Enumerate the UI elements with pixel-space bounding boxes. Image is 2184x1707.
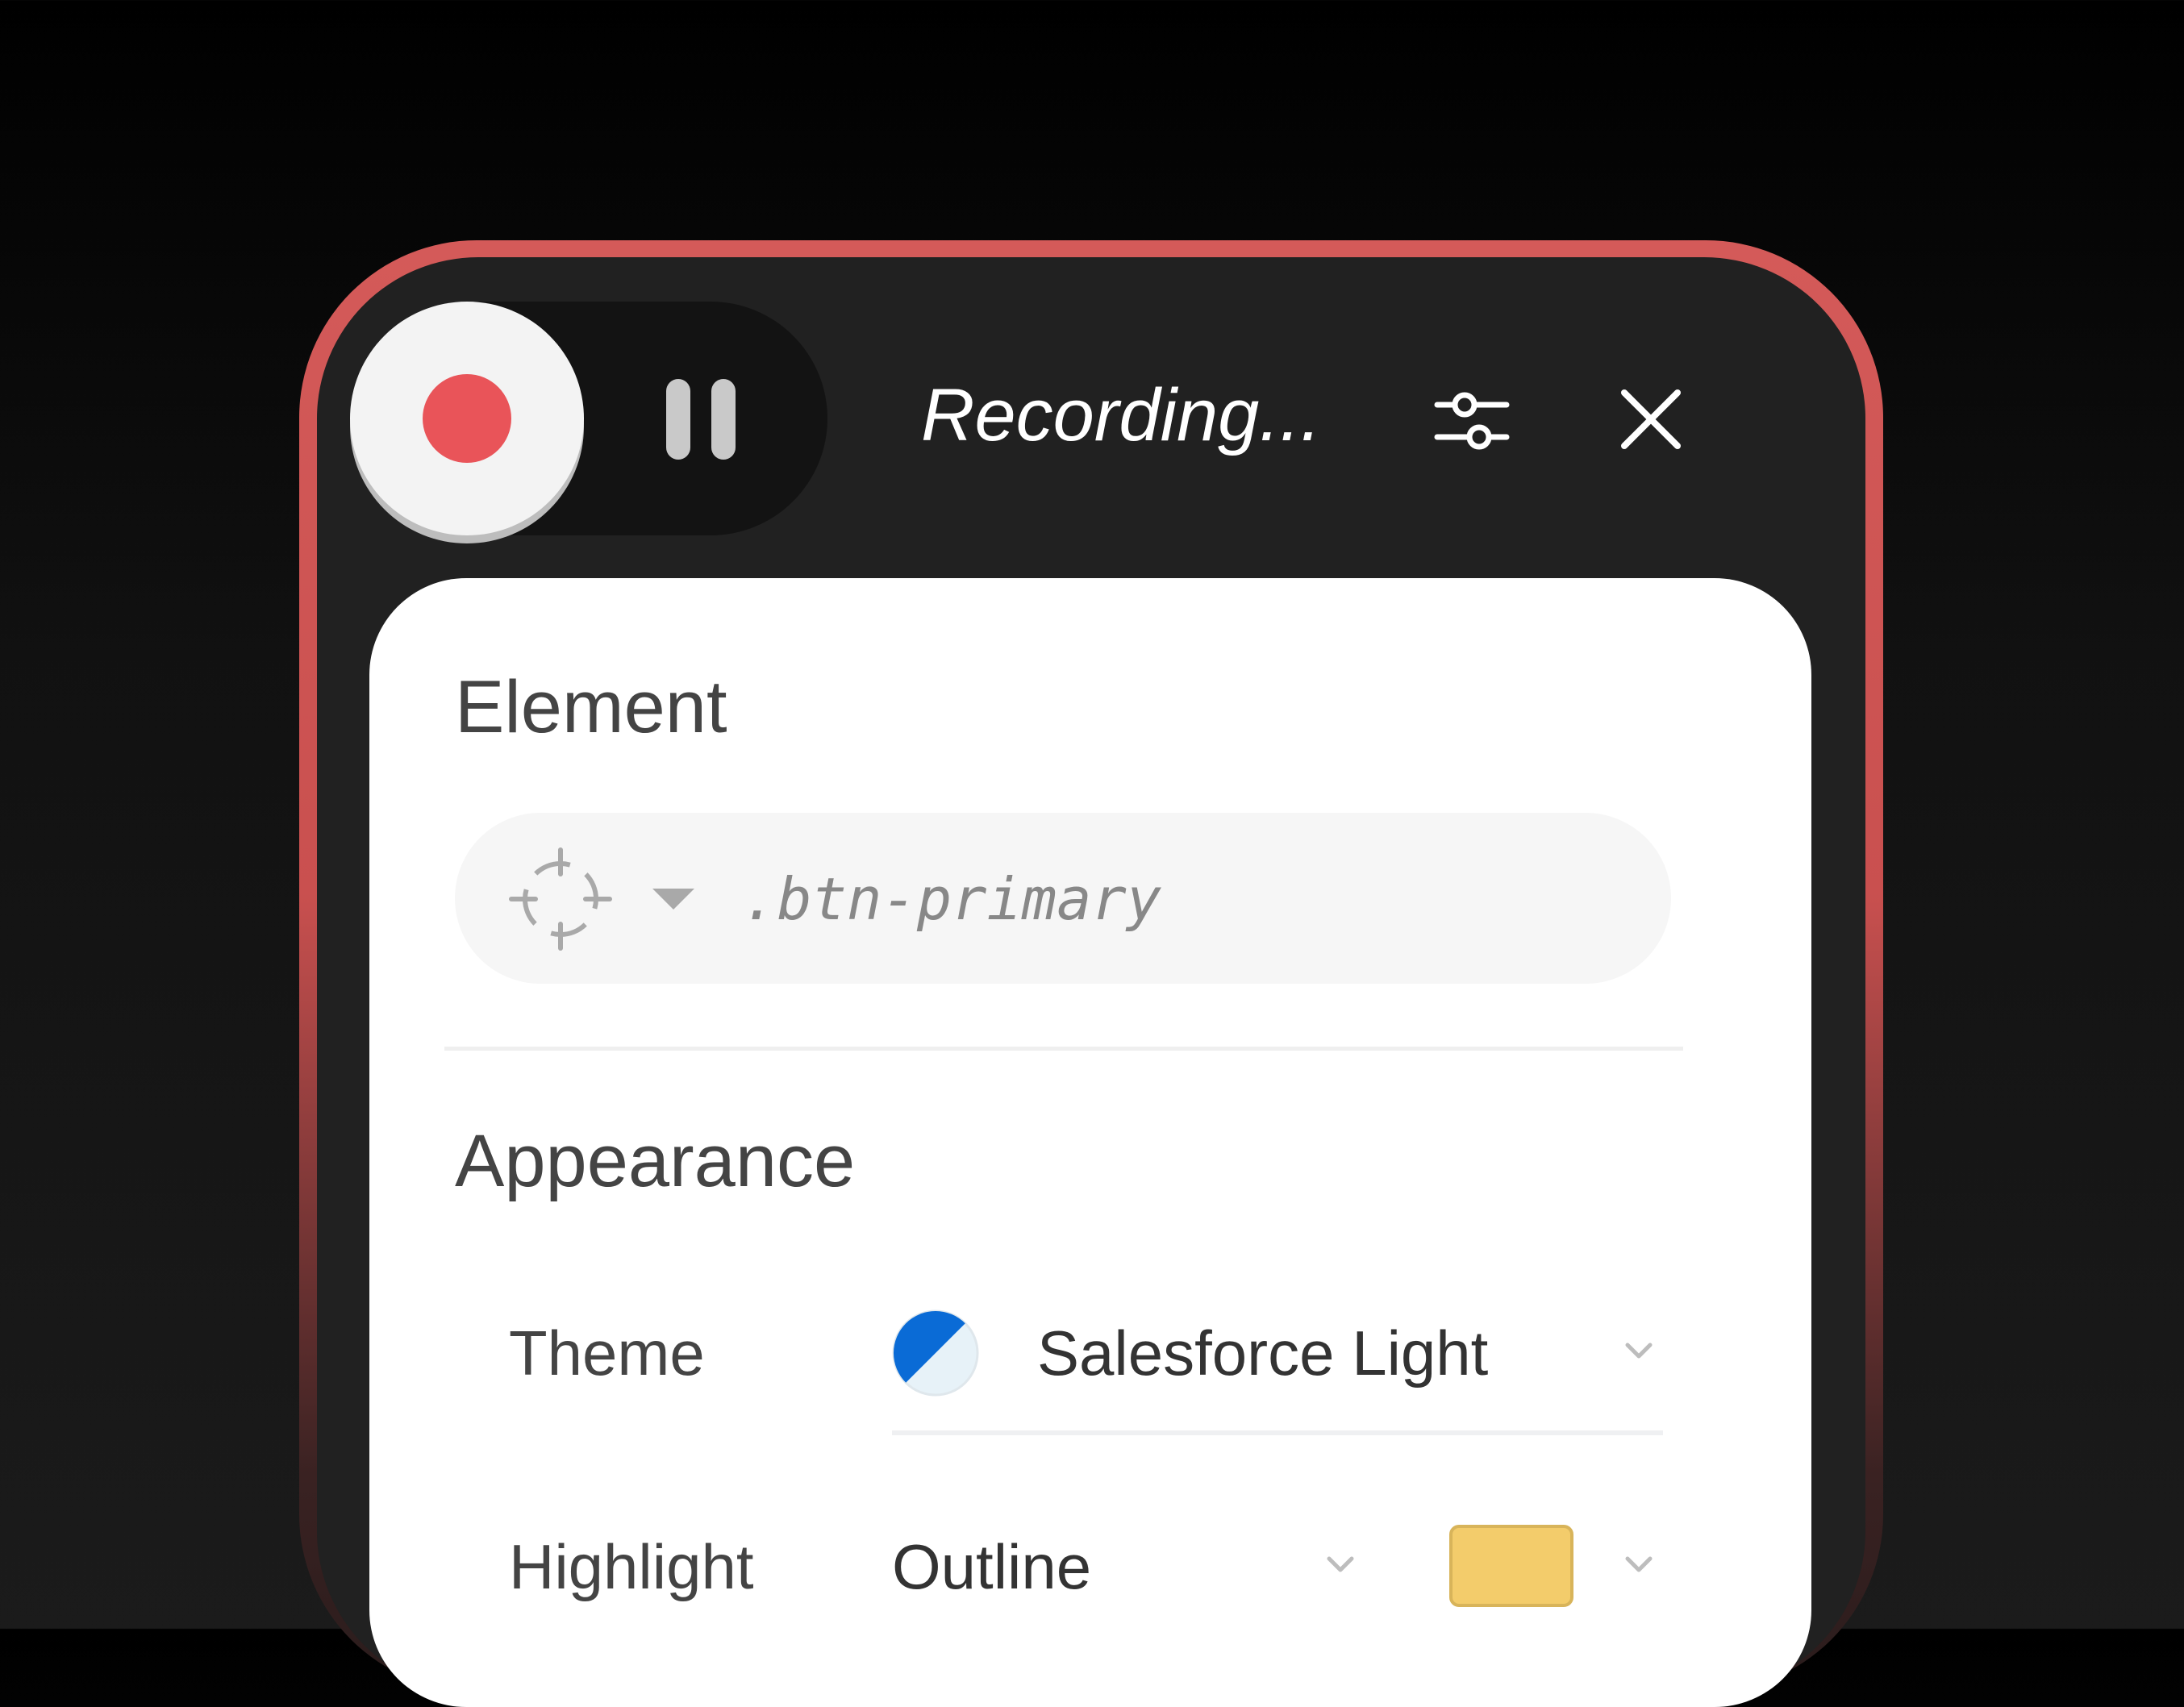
- theme-select-underline: [892, 1430, 1663, 1435]
- element-heading: Element: [455, 666, 727, 748]
- chevron-down-icon: [1625, 1556, 1653, 1572]
- theme-select-value[interactable]: Salesforce Light: [1037, 1313, 1488, 1393]
- recording-status: Recording...: [921, 374, 1322, 456]
- highlight-style-dropdown-button[interactable]: [1324, 1552, 1357, 1576]
- highlight-style-value[interactable]: Outline: [892, 1526, 1091, 1607]
- theme-swatch-icon: [890, 1308, 981, 1398]
- appearance-heading: Appearance: [455, 1120, 856, 1202]
- close-icon: [1621, 389, 1681, 449]
- theme-label: Theme: [509, 1318, 705, 1388]
- highlight-color-swatch[interactable]: [1449, 1525, 1573, 1607]
- sliders-icon: [1434, 392, 1510, 450]
- highlight-color-dropdown-button[interactable]: [1623, 1552, 1655, 1576]
- settings-button[interactable]: [1428, 375, 1516, 464]
- crosshair-icon: [509, 847, 612, 951]
- pause-icon: [666, 379, 690, 460]
- section-divider: [444, 1047, 1683, 1051]
- selector-value[interactable]: .btn-primary: [742, 859, 1161, 939]
- theme-dropdown-button[interactable]: [1623, 1339, 1655, 1363]
- record-icon: [423, 374, 511, 463]
- caret-down-icon: [652, 889, 694, 910]
- element-picker-button[interactable]: [508, 847, 613, 951]
- record-button[interactable]: [350, 302, 584, 535]
- highlight-label: Highlight: [509, 1531, 754, 1602]
- chevron-down-icon: [1327, 1556, 1354, 1572]
- chevron-down-icon: [1625, 1343, 1653, 1359]
- pause-icon-bar: [711, 379, 736, 460]
- picker-dropdown-button[interactable]: [649, 885, 698, 913]
- close-button[interactable]: [1607, 375, 1695, 464]
- pause-button[interactable]: [645, 371, 750, 468]
